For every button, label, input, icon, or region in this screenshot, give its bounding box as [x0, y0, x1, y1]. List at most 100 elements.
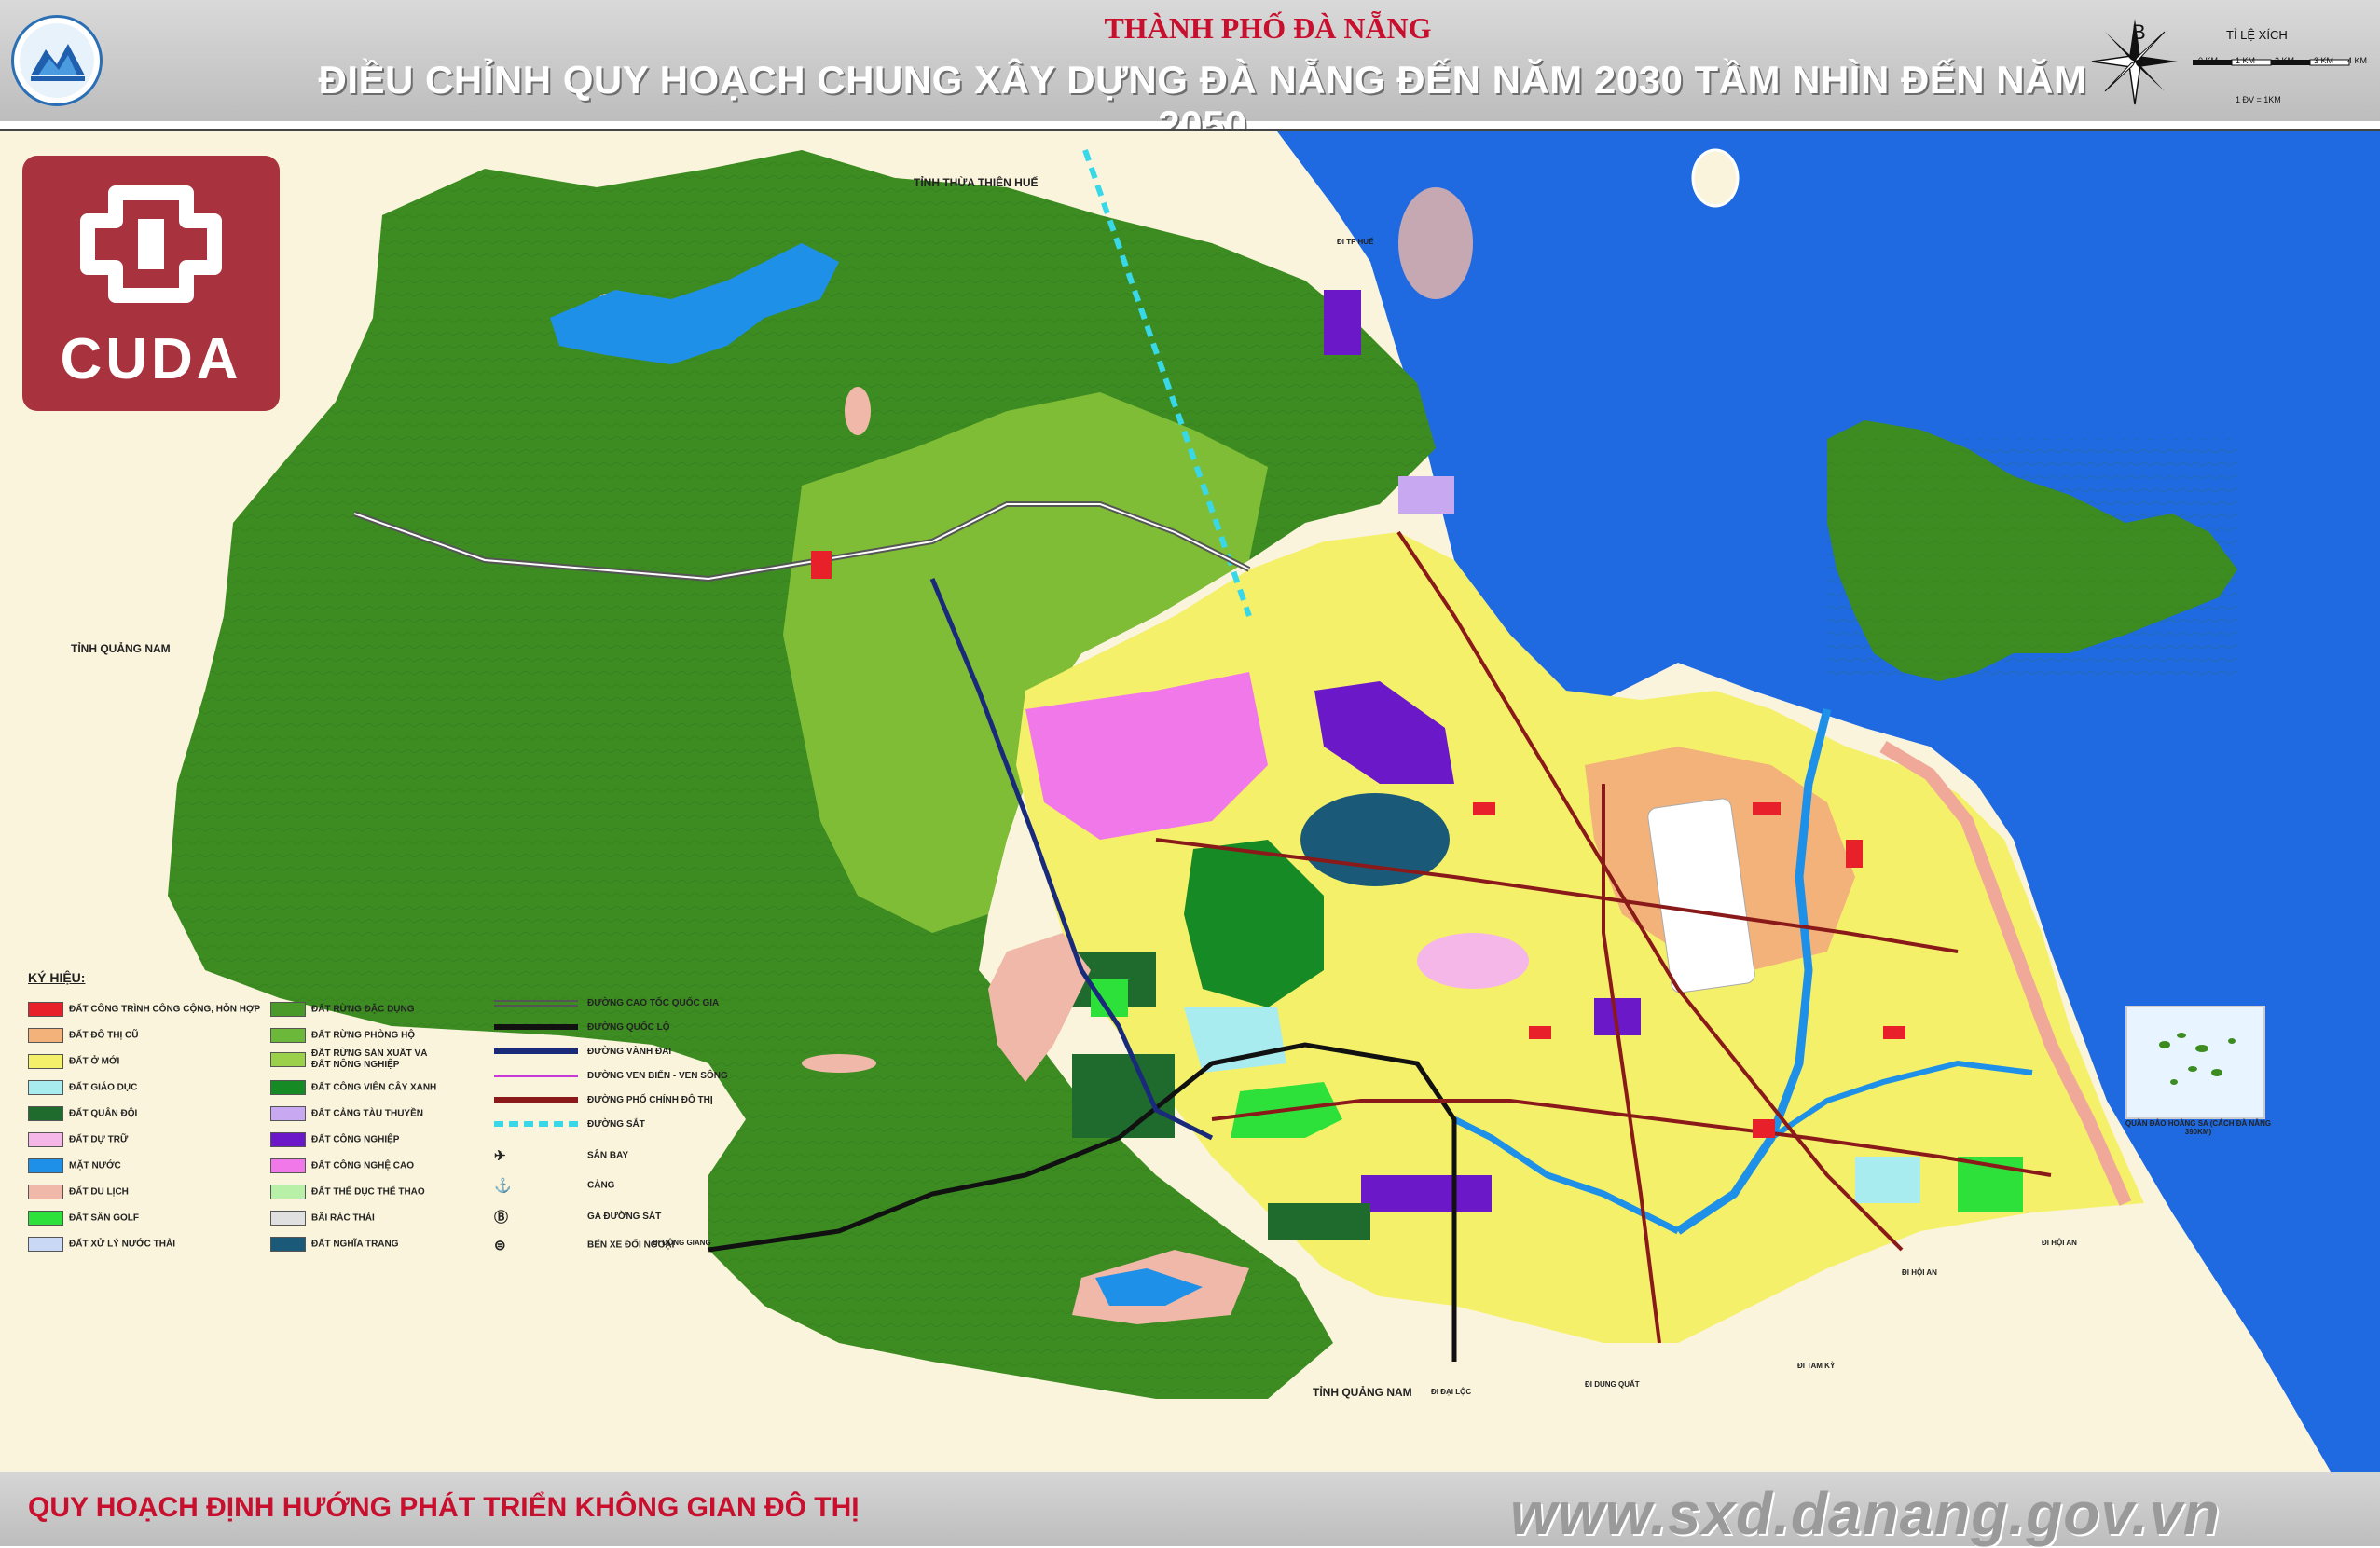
- legend-item: ĐẤT RỪNG PHÒNG HỘ: [270, 1028, 415, 1043]
- legend-item: ĐẤT DỰ TRỮ: [28, 1132, 128, 1147]
- education-zone: [1855, 1157, 1920, 1203]
- anchor-icon: ⚓: [494, 1178, 512, 1194]
- airplane-icon: ✈: [494, 1148, 506, 1164]
- legend-item: ⊜ BẾN XE ĐỐI NGOẠI: [494, 1238, 675, 1253]
- to-hoi-an-label: ĐI HỘI AN: [1902, 1268, 1937, 1277]
- legend-item: ĐƯỜNG CAO TỐC QUỐC GIA: [494, 998, 719, 1013]
- industrial-zone: [1324, 290, 1361, 355]
- scale-note: 1 ĐV = 1KM: [2236, 95, 2281, 104]
- ring-road-line-swatch: [494, 1048, 578, 1055]
- public-facility: [1473, 802, 1495, 815]
- cuda-wordmark: CUDA: [60, 327, 242, 391]
- national-road-line-swatch: [494, 1024, 578, 1031]
- legend-swatch: [270, 1211, 306, 1226]
- legend-item: ĐẤT CÔNG TRÌNH CÔNG CỘNG, HỖN HỢP: [28, 1002, 260, 1017]
- railway-line-swatch: [494, 1121, 578, 1128]
- danang-city-emblem-icon: [11, 15, 103, 106]
- legend-title: KÝ HIỆU:: [28, 970, 86, 985]
- legend-swatch: [270, 1132, 306, 1147]
- legend-item: ĐẤT NGHĨA TRANG: [270, 1237, 399, 1252]
- legend-item: BÃI RÁC THẢI: [270, 1211, 375, 1226]
- legend-item: ĐƯỜNG VEN BIỂN - VEN SÔNG: [494, 1071, 728, 1086]
- legend-item: ĐẤT CÔNG NGHỆ CAO: [270, 1158, 414, 1173]
- legend-item: ⚓ CẢNG: [494, 1178, 615, 1194]
- to-dai-loc-label: ĐI ĐẠI LỘC: [1431, 1388, 1472, 1396]
- legend-swatch: [28, 1237, 63, 1252]
- legend-swatch: [28, 1185, 63, 1199]
- tourism-land: [845, 387, 871, 435]
- legend-swatch: [28, 1211, 63, 1226]
- legend-swatch: [28, 1002, 63, 1017]
- legend-item: ĐẤT THỂ DỤC THỂ THAO: [270, 1185, 425, 1199]
- north-label: B: [2132, 21, 2146, 44]
- to-hue-label: ĐI TP HUẾ: [1337, 238, 1374, 246]
- scale-tick: 0 KM: [2198, 56, 2219, 65]
- to-tam-ky-label: ĐI TAM KỲ: [1797, 1362, 1836, 1370]
- legend-item: ĐẤT DU LỊCH: [28, 1185, 129, 1199]
- legend-swatch: [270, 1185, 306, 1199]
- railway-station-b-icon: Ⓑ: [494, 1210, 509, 1226]
- legend-item: ĐẤT XỬ LÝ NƯỚC THẢI: [28, 1237, 175, 1252]
- north-province-label: TỈNH THỪA THIÊN HUẾ: [914, 176, 1039, 189]
- public-facility: [1753, 802, 1781, 815]
- legend-swatch: [28, 1158, 63, 1173]
- legend-swatch: [270, 1028, 306, 1043]
- west-province-label: TỈNH QUẢNG NAM: [71, 642, 171, 655]
- coastal-road-line-swatch: [494, 1074, 578, 1077]
- legend-swatch: [270, 1002, 306, 1017]
- tourism-land: [1398, 187, 1473, 299]
- legend-item: ĐẤT GIÁO DỤC: [28, 1080, 137, 1095]
- hon-island: [1691, 148, 1740, 208]
- footer-bar: QUY HOẠCH ĐỊNH HƯỚNG PHÁT TRIỂN KHÔNG GI…: [0, 1472, 2380, 1548]
- public-facility: [1883, 1026, 1905, 1039]
- legend-item: ĐẤT CÔNG NGHIỆP: [270, 1132, 399, 1147]
- military-zone: [1268, 1203, 1370, 1240]
- city-title: THÀNH PHỐ ĐÀ NẴNG: [1104, 11, 1432, 45]
- tourism-land: [802, 1054, 876, 1073]
- to-hoi-an-label-2: ĐI HỘI AN: [2042, 1239, 2077, 1247]
- legend-swatch: [28, 1132, 63, 1147]
- map-legend: KÝ HIỆU: ĐẤT CÔNG TRÌNH CÔNG CỘNG, HỖN H…: [28, 970, 736, 1399]
- scale-title: TỈ LỆ XÍCH: [2226, 28, 2288, 42]
- hoang-sa-caption: QUẦN ĐẢO HOÀNG SA (CÁCH ĐÀ NẴNG 390KM): [2125, 1119, 2272, 1136]
- south-province-label: TỈNH QUẢNG NAM: [1313, 1386, 1412, 1399]
- legend-item: ĐẤT ĐÔ THỊ CŨ: [28, 1028, 138, 1043]
- legend-item: ĐƯỜNG VÀNH ĐAI: [494, 1047, 671, 1062]
- legend-swatch: [270, 1237, 306, 1252]
- legend-swatch: [28, 1028, 63, 1043]
- legend-swatch: [28, 1106, 63, 1121]
- scale-tick: 3 KM: [2314, 56, 2334, 65]
- public-facility: [1529, 1026, 1551, 1039]
- main-street-line-swatch: [494, 1097, 578, 1103]
- legend-item: ĐẤT CÔNG VIÊN CÂY XANH: [270, 1080, 436, 1095]
- legend-item: ĐẤT RỪNG SẢN XUẤT VÀ ĐẤT NÔNG NGHIỆP: [270, 1048, 427, 1075]
- legend-item: MẶT NƯỚC: [28, 1158, 121, 1173]
- footer-caption: QUY HOẠCH ĐỊNH HƯỚNG PHÁT TRIỂN KHÔNG GI…: [28, 1492, 860, 1523]
- public-facility: [1753, 1119, 1775, 1138]
- legend-swatch: [28, 1054, 63, 1069]
- legend-item: ĐẤT SÂN GOLF: [28, 1211, 139, 1226]
- industrial-zone: [1361, 1175, 1492, 1212]
- military-zone: [1072, 1054, 1175, 1138]
- reserve-land: [1417, 933, 1529, 989]
- legend-swatch: [270, 1158, 306, 1173]
- legend-item: ĐƯỜNG QUỐC LỘ: [494, 1022, 670, 1037]
- scale-tick: 1 KM: [2236, 56, 2256, 65]
- website-watermark[interactable]: www.sxd.danang.gov.vn: [1510, 1479, 2221, 1548]
- legend-item: Ⓑ GA ĐƯỜNG SẮT: [494, 1207, 661, 1226]
- map-frame: CUDA TỈNH THỪA THIÊN HUẾ TỈNH QUẢNG NAM …: [0, 129, 2380, 1474]
- legend-swatch: [270, 1106, 306, 1121]
- public-facility: [1846, 840, 1863, 868]
- port-area: [1398, 476, 1454, 514]
- legend-item: ĐẤT QUÂN ĐỘI: [28, 1106, 137, 1121]
- legend-item: ✈ SÂN BAY: [494, 1148, 629, 1164]
- header-bar: THÀNH PHỐ ĐÀ NẴNG ĐIỀU CHỈNH QUY HOẠCH C…: [0, 0, 2380, 146]
- legend-swatch: [28, 1080, 63, 1095]
- bus-station-icon: ⊜: [494, 1238, 506, 1253]
- to-dung-quat-label: ĐI DUNG QUẤT: [1585, 1380, 1640, 1389]
- cuda-cross-logo-icon: CUDA: [22, 156, 280, 411]
- legend-swatch: [270, 1052, 306, 1067]
- legend-item: ĐẤT CẢNG TÀU THUYỀN: [270, 1106, 423, 1121]
- hoang-sa-inset-map: [2125, 1006, 2265, 1119]
- expressway-line-swatch: [494, 999, 578, 1007]
